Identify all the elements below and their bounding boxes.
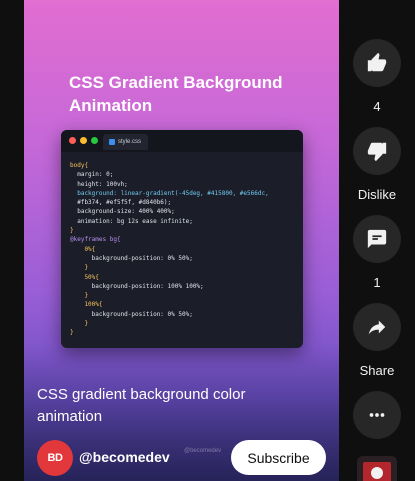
code-editor-window: style.css body{ margin: 0; height: 100vh… xyxy=(61,130,303,348)
code-line: } xyxy=(70,329,74,337)
shorts-player-page: CSS Gradient Background Animation style.… xyxy=(0,0,415,481)
editor-tab: style.css xyxy=(103,134,149,150)
dislike-button[interactable] xyxy=(353,127,401,175)
window-close-dot xyxy=(69,137,76,144)
comments-action: 1 xyxy=(353,215,401,290)
dislike-label: Dislike xyxy=(357,187,397,202)
css-file-icon xyxy=(109,139,115,145)
more-horizontal-icon xyxy=(369,413,385,417)
share-button[interactable] xyxy=(353,303,401,351)
more-action xyxy=(353,391,401,439)
code-line: 100%{ xyxy=(70,301,103,309)
code-line: } xyxy=(70,292,89,300)
code-line: #fb374, #ef5f5f, #d840b6); xyxy=(70,199,172,207)
code-line: background-size: 400% 400%; xyxy=(70,208,175,216)
more-options-button[interactable] xyxy=(353,391,401,439)
code-line: animation: bg 12s ease infinite; xyxy=(70,217,193,225)
code-line: } xyxy=(70,264,89,272)
share-action: Share xyxy=(353,303,401,378)
code-line: 50%{ xyxy=(70,273,99,281)
thumbs-up-icon xyxy=(367,52,387,72)
code-line: } xyxy=(70,227,74,235)
subscribe-button[interactable]: Subscribe xyxy=(231,440,326,475)
like-action: 4 xyxy=(353,39,401,114)
channel-row: BD @becomedev Subscribe xyxy=(37,440,327,476)
dislike-action: Dislike xyxy=(353,127,401,202)
code-line: background: linear-gradient(-45deg, #415… xyxy=(70,189,269,197)
window-maximize-dot xyxy=(91,137,98,144)
thumbs-down-icon xyxy=(367,142,387,162)
window-minimize-dot xyxy=(80,137,87,144)
channel-avatar[interactable]: BD xyxy=(37,440,73,476)
code-line: } xyxy=(70,320,89,328)
code-line: height: 100vh; xyxy=(70,180,128,188)
sound-pivot-thumbnail[interactable] xyxy=(357,456,397,481)
comment-count: 1 xyxy=(373,275,381,290)
editor-tab-label: style.css xyxy=(118,139,142,145)
comment-icon xyxy=(367,229,387,249)
code-line: margin: 0; xyxy=(70,171,114,179)
thumbnail-title: CSS Gradient Background Animation xyxy=(69,73,283,115)
like-button[interactable] xyxy=(353,39,401,87)
like-count: 4 xyxy=(373,99,381,114)
code-line: background-position: 0% 50%; xyxy=(70,254,193,262)
video-title[interactable]: CSS gradient background color animation xyxy=(37,384,297,428)
comments-button[interactable] xyxy=(353,215,401,263)
short-video[interactable]: CSS Gradient Background Animation style.… xyxy=(24,0,339,481)
editor-title-bar: style.css xyxy=(61,130,303,152)
code-line: background-position: 100% 100%; xyxy=(70,282,204,290)
code-line: body{ xyxy=(70,162,89,169)
channel-name[interactable]: @becomedev xyxy=(79,449,170,465)
share-label: Share xyxy=(359,363,395,378)
code-line: background-position: 0% 50%; xyxy=(70,310,193,318)
code-body: body{ margin: 0; height: 100vh; backgrou… xyxy=(61,152,303,338)
share-icon xyxy=(368,320,386,335)
code-line: 0%{ xyxy=(70,245,96,253)
code-line: @keyframes bg{ xyxy=(70,236,121,244)
